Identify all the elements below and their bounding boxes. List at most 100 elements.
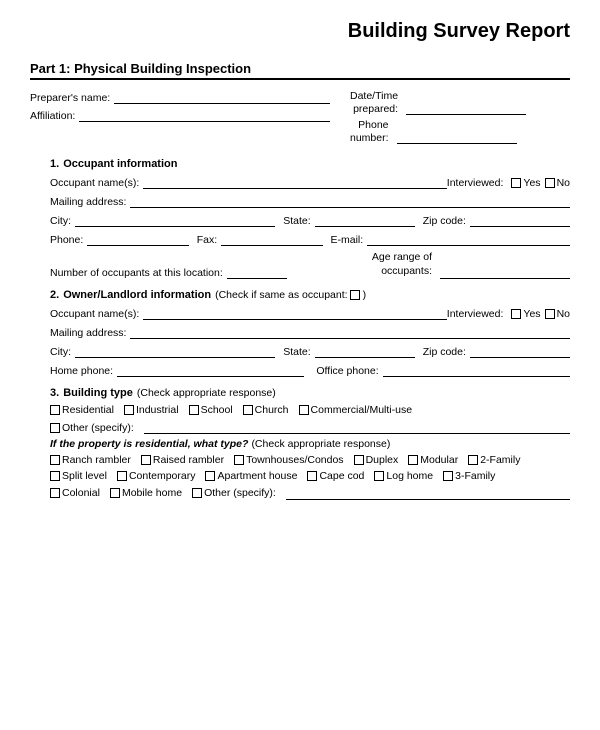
residential-row2: Split level Contemporary Apartment house… [50,470,570,482]
contemporary-check[interactable]: Contemporary [117,470,196,482]
colonial-check[interactable]: Colonial [50,487,100,499]
page-title-section: Building Survey Report [30,20,570,43]
owner-section: 2. Owner/Landlord information (Check if … [30,289,570,377]
owner-names-label: Occupant name(s): [50,308,139,320]
owner-home-phone-input[interactable] [117,363,304,377]
date-time-input[interactable] [406,101,526,115]
occupant-num: 1. [50,158,59,170]
no-checkbox-label[interactable]: No [545,177,570,189]
building-title: Building type [63,387,133,399]
affiliation-input[interactable] [79,108,330,122]
residential-question: If the property is residential, what typ… [50,438,248,450]
fax-label: Fax: [197,234,217,246]
yes-checkbox[interactable] [511,178,521,188]
date-phone-block: Date/Timeprepared: Phonenumber: [350,90,570,148]
interviewed-label: Interviewed: [447,177,504,189]
commercial-check[interactable]: Commercial/Multi-use [299,404,413,416]
owner-office-phone-input[interactable] [383,363,570,377]
church-check[interactable]: Church [243,404,289,416]
owner-interviewed-group: Interviewed: Yes No [447,308,570,320]
ranch-rambler-check[interactable]: Ranch rambler [50,454,131,466]
owner-no-checkbox[interactable] [545,309,555,319]
city-input[interactable] [75,213,275,227]
apartment-check[interactable]: Apartment house [205,470,297,482]
occupant-header: 1. Occupant information [50,158,570,170]
preparer-left: Preparer's name: Affiliation: [30,90,330,126]
mailing-address-input[interactable] [130,194,570,208]
preparer-date-row: Preparer's name: Affiliation: Date/Timep… [30,90,570,148]
owner-interviewed-label: Interviewed: [447,308,504,320]
zip-label: Zip code: [423,215,466,227]
owner-no-checkbox-label[interactable]: No [545,308,570,320]
num-occupants-input[interactable] [227,265,287,279]
cape-cod-check[interactable]: Cape cod [307,470,364,482]
owner-phones-row: Home phone: Office phone: [50,363,570,377]
industrial-check[interactable]: Industrial [124,404,179,416]
preparers-name-input[interactable] [114,90,330,104]
log-home-check[interactable]: Log home [374,470,433,482]
owner-yes-checkbox-label[interactable]: Yes [511,308,540,320]
residential-subtitle: (Check appropriate response) [251,438,390,450]
occupant-name-row: Occupant name(s): Interviewed: Yes No [50,175,570,189]
owner-zip-input[interactable] [470,344,570,358]
phone-label: Phonenumber: [350,119,389,144]
school-check[interactable]: School [189,404,233,416]
residential-question-row: If the property is residential, what typ… [50,438,570,450]
modular-check[interactable]: Modular [408,454,458,466]
phone-label-occ: Phone: [50,234,83,246]
owner-zip-label: Zip code: [423,346,466,358]
raised-rambler-check[interactable]: Raised rambler [141,454,224,466]
other-specify-input[interactable] [144,420,570,434]
occupant-names-input[interactable] [143,175,447,189]
age-range-input[interactable] [440,265,570,279]
occupant-names-label: Occupant name(s): [50,177,139,189]
phone-fax-email-row: Phone: Fax: E-mail: [50,232,570,246]
owner-title: Owner/Landlord information [63,289,211,301]
owner-names-input[interactable] [143,306,447,320]
res-other-check[interactable]: Other (specify): [192,487,276,499]
building-type-checkboxes: Residential Industrial School Church Com… [50,404,570,416]
phone-row: Phonenumber: [350,119,517,144]
fax-input[interactable] [221,232,322,246]
interviewed-group: Interviewed: Yes No [447,177,570,189]
page-title: Building Survey Report [30,20,570,43]
other-check[interactable]: Other (specify): [50,422,134,434]
owner-state-input[interactable] [315,344,415,358]
duplex-check[interactable]: Duplex [354,454,399,466]
owner-mailing-input[interactable] [130,325,570,339]
owner-mailing-row: Mailing address: [50,325,570,339]
no-checkbox[interactable] [545,178,555,188]
date-time-label: Date/Timeprepared: [350,90,398,115]
email-label: E-mail: [331,234,364,246]
owner-name-row: Occupant name(s): Interviewed: Yes No [50,306,570,320]
affiliation-row: Affiliation: [30,108,330,122]
residential-check[interactable]: Residential [50,404,114,416]
res-other-input[interactable] [286,486,570,500]
owner-yes-checkbox[interactable] [511,309,521,319]
owner-header: 2. Owner/Landlord information (Check if … [50,289,570,301]
townhouses-check[interactable]: Townhouses/Condos [234,454,343,466]
residential-row1: Ranch rambler Raised rambler Townhouses/… [50,454,570,466]
mailing-address-row: Mailing address: [50,194,570,208]
city-state-zip-row: City: State: Zip code: [50,213,570,227]
owner-city-state-zip-row: City: State: Zip code: [50,344,570,358]
residential-row3: Colonial Mobile home Other (specify): [50,486,570,500]
email-input[interactable] [367,232,570,246]
owner-same-checkbox[interactable] [350,290,360,300]
owner-num: 2. [50,289,59,301]
phone-input-occ[interactable] [87,232,188,246]
yes-checkbox-label[interactable]: Yes [511,177,540,189]
owner-state-label: State: [283,346,310,358]
owner-city-input[interactable] [75,344,275,358]
state-input[interactable] [315,213,415,227]
2family-check[interactable]: 2-Family [468,454,520,466]
split-level-check[interactable]: Split level [50,470,107,482]
owner-mailing-label: Mailing address: [50,327,126,339]
zip-input[interactable] [470,213,570,227]
owner-office-phone-label: Office phone: [316,365,378,377]
affiliation-label: Affiliation: [30,110,75,122]
mobile-home-check[interactable]: Mobile home [110,487,182,499]
3family-check[interactable]: 3-Family [443,470,495,482]
phone-input[interactable] [397,130,517,144]
date-time-row: Date/Timeprepared: [350,90,526,115]
